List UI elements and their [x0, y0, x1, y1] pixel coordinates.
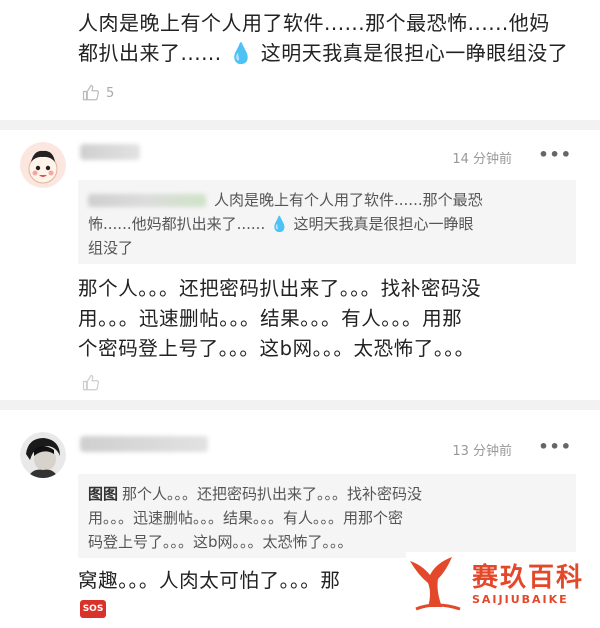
droplet-icon: 💧 [228, 41, 254, 65]
thumbs-up-icon [82, 84, 99, 101]
avatar[interactable] [20, 142, 66, 188]
watermark-subtitle: SAIJIUBAIKE [472, 592, 569, 606]
comment-line: 用。。。迅速删帖。。。结果。。。有人。。。用那 [78, 307, 463, 330]
comment-body: 那个人。。。还把密码扒出来了。。。找补密码没 用。。。迅速删帖。。。结果。。。有… [78, 274, 578, 364]
comment-time: 14 分钟前 [452, 152, 512, 167]
comment-time: 13 分钟前 [452, 444, 512, 459]
quoted-comment[interactable]: 图图 那个人。。。还把密码扒出来了。。。找补密码没 用。。。迅速删帖。。。结果。。… [78, 474, 576, 558]
sos-badge: SOS [80, 600, 106, 618]
quote-line: 组没了 [88, 239, 134, 257]
like-count: 5 [106, 85, 115, 101]
top-comment-segment: 都扒出来了...... [78, 41, 222, 65]
quote-line: 用。。。迅速删帖。。。结果。。。有人。。。用那个密 [88, 509, 404, 527]
top-comment-line: 都扒出来了...... 💧 这明天我真是很担心一睁眼组没了 [78, 38, 583, 68]
droplet-icon: 💧 [270, 215, 289, 233]
top-comment-segment: 这明天我真是很担心一睁眼组没了 [260, 41, 569, 65]
quote-line: 图图 那个人。。。还把密码扒出来了。。。找补密码没 [88, 482, 566, 506]
watermark-logo: 赛玖百科 SAIJIUBAIKE [406, 552, 600, 616]
quoted-comment[interactable]: 人肉是晚上有个人用了软件......那个最恐 怖......他妈都扒出来了...… [78, 180, 576, 264]
quote-line: 码登上号了。。。这b网。。。太恐怖了。。。 [88, 533, 353, 551]
divider [0, 400, 600, 410]
quote-segment: 那个人。。。还把密码扒出来了。。。找补密码没 [122, 485, 423, 503]
like-button[interactable]: 5 [82, 84, 114, 102]
more-options-button[interactable]: ••• [538, 437, 572, 456]
top-comment-text: 人肉是晚上有个人用了软件......那个最恐怖......他妈 都扒出来了...… [78, 8, 583, 68]
avatar[interactable] [20, 432, 66, 478]
watermark-title: 赛玖百科 [472, 562, 585, 593]
whale-tail-logo-icon [410, 557, 461, 611]
comment-line: 那个人。。。还把密码扒出来了。。。找补密码没 [78, 277, 482, 300]
quoted-username[interactable]: 图图 [88, 485, 118, 503]
username-blurred[interactable] [80, 436, 208, 452]
divider [0, 120, 600, 130]
comment-line: 个密码登上号了。。。这b网。。。太恐怖了。。。 [78, 337, 475, 360]
thumbs-up-icon[interactable] [82, 374, 100, 392]
quoted-username-blurred [88, 194, 206, 207]
username-blurred[interactable] [80, 144, 140, 160]
quote-segment: 人肉是晚上有个人用了软件......那个最恐 [214, 191, 483, 209]
quote-line: 怖......他妈都扒出来了...... 💧 这明天我真是很担心一睁眼 [88, 212, 566, 236]
quote-segment: 这明天我真是很担心一睁眼 [293, 215, 474, 233]
quote-segment: 怖......他妈都扒出来了...... [88, 215, 266, 233]
quote-line: 人肉是晚上有个人用了软件......那个最恐 [88, 188, 566, 212]
more-options-button[interactable]: ••• [538, 145, 572, 164]
top-comment-line: 人肉是晚上有个人用了软件......那个最恐怖......他妈 [78, 11, 550, 35]
